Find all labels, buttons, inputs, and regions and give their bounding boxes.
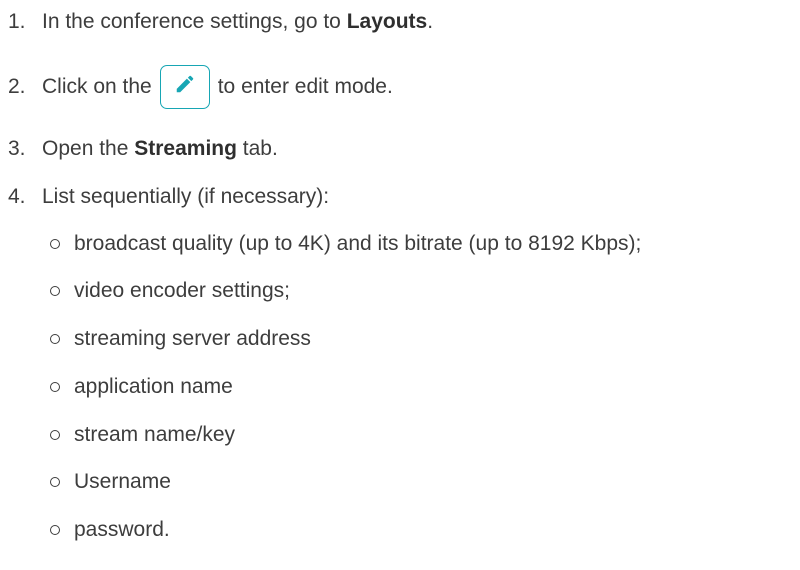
bullet-icon (50, 382, 60, 392)
list-item: Username (50, 470, 171, 494)
list-item: application name (50, 375, 233, 399)
step-2: 2. Click on the to enter edit mode. (8, 65, 393, 109)
step-text: Click on the (42, 75, 152, 98)
bullet-icon (50, 477, 60, 487)
list-item-text: application name (74, 375, 233, 398)
layouts-label: Layouts (346, 10, 428, 33)
step-number: 4. (8, 185, 26, 208)
step-3: 3. Open the Streaming tab. (8, 137, 278, 161)
step-4: 4. List sequentially (if necessary): (8, 185, 329, 209)
bullet-icon (50, 525, 60, 535)
step-number: 2. (8, 75, 26, 98)
bullet-icon (50, 286, 60, 296)
step-text-end: . (427, 10, 434, 33)
bullet-icon (50, 239, 60, 249)
pencil-edit-icon (174, 73, 196, 101)
edit-button[interactable] (159, 65, 210, 109)
instructions-list: 1. In the conference settings, go to Lay… (0, 0, 800, 570)
list-item-text: streaming server address (74, 327, 311, 350)
step-number: 1. (8, 10, 26, 33)
list-item: streaming server address (50, 327, 311, 351)
step-1: 1. In the conference settings, go to Lay… (8, 10, 433, 34)
step-text: In the conference settings, go to (42, 10, 347, 33)
bullet-icon (50, 334, 60, 344)
list-item-text: password. (74, 518, 170, 541)
step-text-end: tab. (236, 137, 278, 160)
list-item: broadcast quality (up to 4K) and its bit… (50, 232, 641, 256)
step-number: 3. (8, 137, 26, 160)
list-item-text: Username (74, 470, 171, 493)
list-item: password. (50, 518, 170, 542)
list-item: stream name/key (50, 423, 235, 447)
step-text: Open the (42, 137, 135, 160)
list-item-text: video encoder settings; (74, 279, 290, 302)
bullet-icon (50, 430, 60, 440)
list-item-text: stream name/key (74, 423, 236, 446)
list-item: video encoder settings; (50, 279, 290, 303)
step-text-end: to enter edit mode. (217, 75, 393, 98)
step-text: List sequentially (if necessary): (42, 185, 330, 208)
streaming-label: Streaming (134, 137, 237, 160)
list-item-text: broadcast quality (up to 4K) and its bit… (74, 232, 642, 255)
